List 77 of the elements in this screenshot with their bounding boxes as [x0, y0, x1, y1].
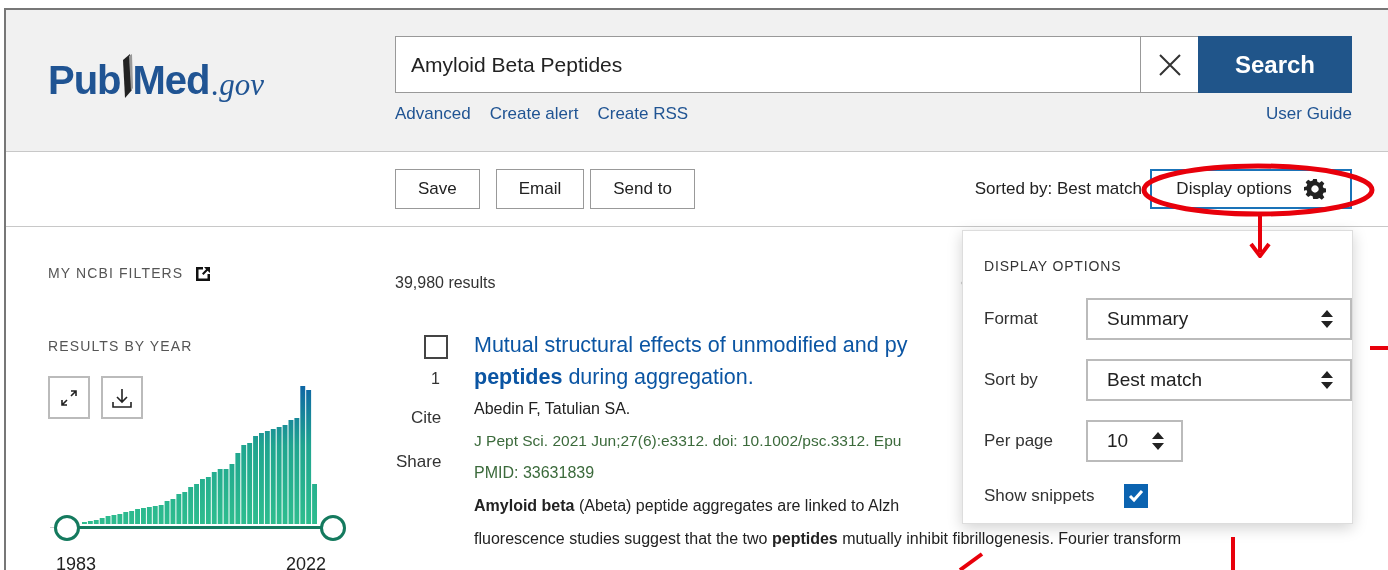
- annotation-line: [958, 552, 984, 570]
- range-handle[interactable]: [54, 515, 80, 541]
- results-by-year-heading: RESULTS BY YEAR: [48, 337, 194, 356]
- histogram-bar[interactable]: [205, 477, 211, 524]
- settings-icon: [1303, 178, 1326, 200]
- up-down-caret-icon: [1320, 309, 1334, 329]
- option-label: Sort by: [984, 369, 1039, 392]
- up-down-caret-icon: [1151, 431, 1165, 451]
- end-year-label: 2022: [285, 553, 326, 570]
- up-down-caret-icon: [1320, 370, 1334, 390]
- book-icon: [120, 54, 133, 98]
- display-options-button[interactable]: Display options: [1150, 169, 1352, 209]
- search-field[interactable]: Amyloid Beta Peptides: [395, 36, 1141, 93]
- search-link[interactable]: Advanced: [395, 101, 471, 127]
- results-count: 39,980 results: [395, 273, 496, 293]
- histogram-bar[interactable]: [87, 521, 93, 524]
- check-icon: [1128, 489, 1144, 503]
- download-button[interactable]: [101, 376, 143, 419]
- histogram-bar[interactable]: [188, 487, 194, 524]
- histogram-bar[interactable]: [217, 469, 223, 524]
- histogram-bar[interactable]: [288, 420, 294, 524]
- result-action-link[interactable]: Share: [396, 448, 442, 474]
- result-title-link[interactable]: Mutual structural effects of unmodified and py: [474, 329, 908, 361]
- histogram-bar[interactable]: [247, 443, 253, 524]
- histogram-bar[interactable]: [235, 453, 241, 524]
- filters-heading: MY NCBI FILTERS: [48, 264, 184, 283]
- result-snippet: Amyloid beta (Abeta) peptide aggregates are linked to Alzh: [474, 496, 900, 516]
- histogram-bar[interactable]: [146, 507, 152, 524]
- action-button[interactable]: Save: [395, 169, 480, 209]
- histogram-bar[interactable]: [294, 418, 300, 524]
- result-snippet: fluorescence studies suggest that the two peptides mutually inhibit fibrillogenesis. Fourier transform: [474, 529, 1181, 549]
- range-handle[interactable]: [320, 515, 346, 541]
- search-link[interactable]: Create alert: [489, 101, 579, 127]
- histogram-bar[interactable]: [152, 506, 158, 524]
- histogram-bar[interactable]: [182, 492, 188, 524]
- close-icon: [1158, 53, 1181, 76]
- panel-heading: DISPLAY OPTIONS: [984, 257, 1123, 276]
- expand-button[interactable]: [48, 376, 90, 419]
- option-label: Show snippets: [984, 485, 1096, 508]
- histogram-bar[interactable]: [229, 464, 235, 524]
- search-link[interactable]: Create RSS: [597, 101, 689, 127]
- search-button[interactable]: Search: [1198, 36, 1352, 93]
- user-guide-link[interactable]: User Guide: [1266, 101, 1352, 127]
- result-citation: J Pept Sci. 2021 Jun;27(6):e3312. doi: 10.1002/psc.3312. Epu: [474, 431, 902, 451]
- histogram-bar[interactable]: [282, 425, 288, 524]
- result-checkbox[interactable]: [424, 335, 448, 359]
- action-button[interactable]: Send to: [590, 169, 695, 209]
- histogram-bar[interactable]: [93, 520, 99, 524]
- expand-icon: [60, 388, 78, 407]
- action-button[interactable]: Email: [495, 169, 585, 209]
- sort-status: Sorted by: Best match: [974, 178, 1142, 201]
- histogram-bar[interactable]: [241, 445, 247, 524]
- result-number: 1: [431, 369, 440, 389]
- result-action-link[interactable]: Cite: [411, 405, 442, 431]
- result-title-link[interactable]: peptides during aggregation.: [474, 361, 754, 393]
- option-label: Format: [984, 308, 1039, 331]
- option-label: Per page: [984, 430, 1054, 453]
- histogram-bar[interactable]: [306, 390, 312, 524]
- external-link-icon[interactable]: [195, 265, 212, 282]
- histogram-bar[interactable]: [123, 512, 129, 524]
- histogram-bar[interactable]: [211, 472, 217, 524]
- result-authors: Abedin F, Tatulian SA.: [474, 399, 631, 419]
- start-year-label: 1983: [56, 553, 97, 570]
- histogram-bar[interactable]: [270, 429, 276, 524]
- histogram-bar[interactable]: [300, 386, 306, 524]
- histogram-bar[interactable]: [129, 511, 135, 524]
- annotation-arrow: [1249, 214, 1271, 258]
- checkbox[interactable]: [1124, 484, 1148, 508]
- histogram-bar[interactable]: [276, 427, 282, 524]
- select-field[interactable]: Summary: [1086, 298, 1352, 340]
- clear-button[interactable]: [1141, 36, 1198, 93]
- select-field[interactable]: 10: [1086, 420, 1183, 462]
- pubmed-logo[interactable]: Pub Med.gov: [48, 36, 395, 100]
- select-field[interactable]: Best match: [1086, 359, 1352, 401]
- result-pmid: PMID: 33631839: [474, 463, 595, 483]
- histogram-bar[interactable]: [264, 431, 270, 524]
- download-icon: [111, 386, 133, 409]
